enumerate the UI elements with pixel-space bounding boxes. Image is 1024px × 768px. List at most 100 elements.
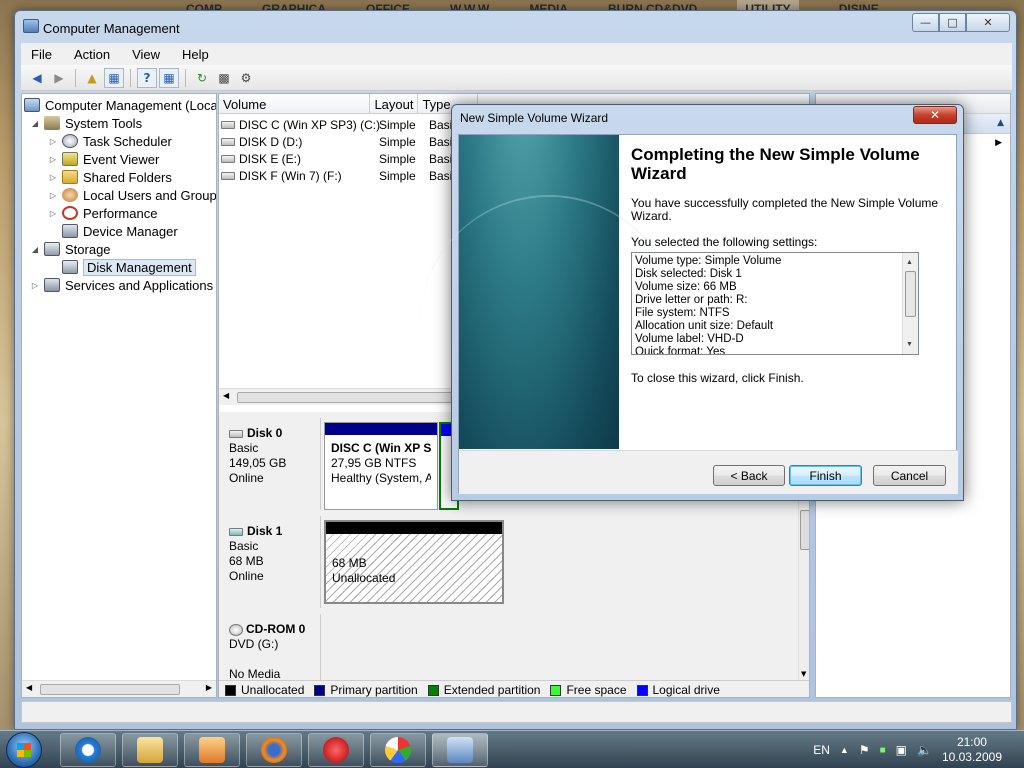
properties-icon[interactable]: ▩	[214, 68, 234, 88]
language-indicator[interactable]: EN	[813, 743, 830, 757]
disk-label-1[interactable]: Disk 1 Basic 68 MB Online	[221, 516, 321, 608]
taskbar-explorer[interactable]	[122, 733, 178, 767]
scroll-thumb[interactable]	[800, 510, 809, 550]
taskbar-internet-explorer[interactable]	[60, 733, 116, 767]
settings-icon[interactable]: ⚙	[236, 68, 256, 88]
taskbar-paint[interactable]	[370, 733, 426, 767]
collapsed-arrow-icon[interactable]: ▷	[48, 155, 58, 164]
setting-line: Allocation unit size: Default	[635, 320, 774, 332]
disk-label-0[interactable]: Disk 0 Basic 149,05 GB Online	[221, 418, 321, 510]
menu-action[interactable]: Action	[70, 46, 114, 63]
legend-swatch-logical	[636, 684, 648, 696]
legend-swatch-extended	[427, 684, 439, 696]
taskbar-media-player[interactable]	[184, 733, 240, 767]
taskbar-app-red[interactable]	[308, 733, 364, 767]
unallocated-bar	[326, 522, 502, 534]
expanded-arrow-icon[interactable]: ◢	[30, 119, 40, 128]
back-arrow-icon[interactable]: ◀	[27, 68, 47, 88]
collapse-arrow-icon[interactable]: ▲	[997, 118, 1004, 128]
refresh-icon[interactable]: ↻	[192, 68, 212, 88]
tree-item-services-apps[interactable]: ▷ Services and Applications	[30, 276, 213, 294]
settings-label: You selected the following settings:	[631, 235, 818, 249]
drive-icon	[221, 171, 235, 180]
close-button[interactable]: ✕	[966, 13, 1010, 32]
table-row[interactable]: DISC C (Win XP SP3) (C:) Simple Basic	[221, 116, 458, 133]
tree-item-device-manager[interactable]: Device Manager	[62, 222, 178, 240]
disk-label-cdrom[interactable]: CD-ROM 0 DVD (G:) No Media	[221, 614, 321, 682]
collapsed-arrow-icon[interactable]: ▷	[48, 209, 58, 218]
drive-icon	[221, 154, 235, 163]
tree-item-system-tools[interactable]: ◢ System Tools	[30, 114, 142, 132]
tree-item-disk-management[interactable]: Disk Management	[62, 258, 196, 276]
start-button[interactable]	[6, 732, 42, 768]
table-row[interactable]: DISK D (D:) Simple Basic	[221, 133, 458, 150]
cd-rom-icon	[229, 623, 243, 636]
scroll-right-arrow-icon[interactable]: ▶	[206, 683, 212, 692]
unallocated-space[interactable]: 68 MB Unallocated	[324, 520, 504, 604]
tree-item-event-viewer[interactable]: ▷ Event Viewer	[48, 150, 159, 168]
taskbar-firefox[interactable]	[246, 733, 302, 767]
menu-help[interactable]: Help	[178, 46, 213, 63]
tray-app-icon[interactable]: ■	[880, 745, 886, 756]
graphical-vertical-scrollbar[interactable]: ▼	[798, 500, 809, 680]
collapsed-arrow-icon[interactable]: ▷	[48, 173, 58, 182]
table-row[interactable]: DISK E (E:) Simple Basic	[221, 150, 458, 167]
title-bar[interactable]: Computer Management — □ ✕	[15, 11, 1016, 41]
volume-icon[interactable]: 🔈	[917, 743, 932, 757]
scroll-left-arrow-icon[interactable]: ◀	[26, 683, 32, 692]
scroll-thumb[interactable]	[905, 271, 916, 317]
show-hidden-icons-icon[interactable]: ▲	[840, 745, 849, 755]
legend-swatch-unallocated	[225, 684, 236, 696]
tree-item-storage[interactable]: ◢ Storage	[30, 240, 111, 258]
show-hide-action-pane-icon[interactable]: ▦	[159, 67, 179, 88]
action-center-flag-icon[interactable]: ⚑	[859, 743, 870, 757]
scroll-left-arrow-icon[interactable]: ◀	[223, 391, 229, 400]
wizard-intro: You have successfully completed the New …	[631, 196, 939, 223]
status-bar	[21, 701, 1012, 723]
tree-item-local-users[interactable]: ▷ Local Users and Groups	[48, 186, 216, 204]
disk-row-1: Disk 1 Basic 68 MB Online 68 MB Unalloca…	[219, 514, 797, 610]
tree-item-root[interactable]: Computer Management (Local	[24, 96, 216, 114]
scroll-down-arrow-icon[interactable]: ▼	[801, 670, 806, 678]
setting-line: Volume type: Simple Volume	[635, 255, 782, 267]
collapsed-arrow-icon[interactable]: ▷	[30, 281, 40, 290]
dialog-close-button[interactable]: ✕	[913, 106, 957, 124]
collapsed-arrow-icon[interactable]: ▷	[48, 137, 58, 146]
finish-button[interactable]: Finish	[789, 465, 862, 486]
maximize-button[interactable]: □	[939, 13, 966, 32]
clock[interactable]: 21:00 10.03.2009	[942, 735, 1002, 765]
close-icon: ✕	[929, 108, 941, 122]
tree-item-shared-folders[interactable]: ▷ Shared Folders	[48, 168, 172, 186]
clock-date: 10.03.2009	[941, 750, 1002, 764]
cancel-button[interactable]: Cancel	[873, 465, 946, 486]
menu-view[interactable]: View	[128, 46, 164, 63]
tree-horizontal-scrollbar[interactable]: ◀ ▶	[22, 680, 216, 697]
settings-vertical-scrollbar[interactable]: ▲ ▼	[902, 253, 918, 354]
scroll-thumb[interactable]	[40, 684, 180, 695]
storage-icon	[44, 242, 60, 256]
paint-palette-icon	[385, 737, 411, 763]
network-icon[interactable]: ▣	[896, 743, 907, 757]
settings-summary-box[interactable]: Volume type: Simple Volume Disk selected…	[631, 252, 919, 355]
column-layout[interactable]: Layout	[370, 94, 419, 113]
clock-icon	[62, 134, 78, 148]
tree-item-performance[interactable]: ▷ Performance	[48, 204, 158, 222]
up-folder-icon[interactable]: ▲	[82, 68, 102, 88]
legend-swatch-free	[550, 684, 562, 696]
collapsed-arrow-icon[interactable]: ▷	[48, 191, 58, 200]
taskbar-computer-management[interactable]	[432, 733, 488, 767]
device-manager-icon	[62, 224, 78, 238]
back-button[interactable]: < Back	[713, 465, 785, 486]
forward-arrow-icon[interactable]: ▶	[49, 68, 69, 88]
show-hide-tree-icon[interactable]: ▦	[104, 67, 124, 88]
menu-file[interactable]: File	[27, 46, 56, 63]
expanded-arrow-icon[interactable]: ◢	[30, 245, 40, 254]
help-icon[interactable]: ?	[137, 67, 157, 88]
table-row[interactable]: DISK F (Win 7) (F:) Simple Basic	[221, 167, 458, 184]
scroll-down-arrow-icon[interactable]: ▼	[906, 338, 913, 351]
partition-disc-c[interactable]: DISC C (Win XP SF 27,95 GB NTFS Healthy …	[324, 422, 438, 510]
minimize-button[interactable]: —	[912, 13, 939, 32]
column-volume[interactable]: Volume	[219, 94, 371, 113]
tree-item-task-scheduler[interactable]: ▷ Task Scheduler	[48, 132, 172, 150]
scroll-up-arrow-icon[interactable]: ▲	[906, 256, 913, 269]
